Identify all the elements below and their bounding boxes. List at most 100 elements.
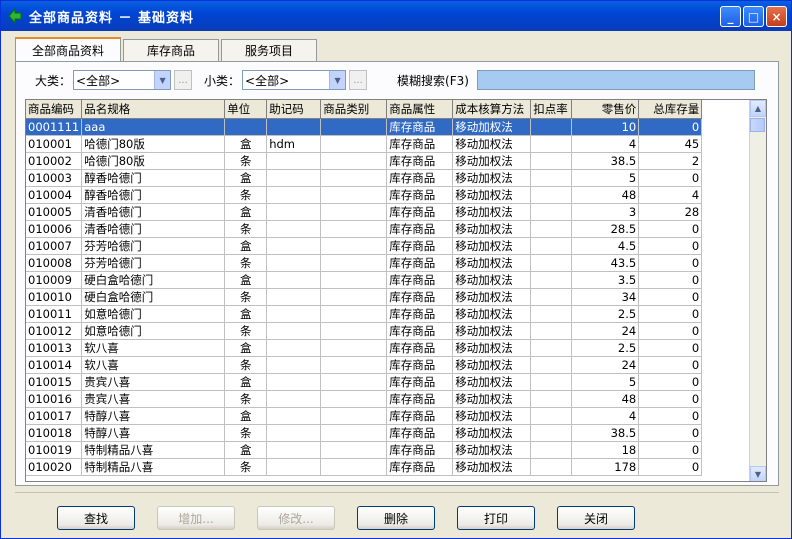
table-row[interactable]: 010003 醇香哈德门盒 库存商品 移动加权法 5 0 xyxy=(26,169,703,187)
table-cell xyxy=(530,169,573,187)
table-cell: 库存商品 xyxy=(386,305,454,323)
column-header[interactable]: 商品编码 xyxy=(26,100,83,119)
column-header[interactable]: 助记码 xyxy=(266,100,322,119)
column-header[interactable]: 商品类别 xyxy=(320,100,388,119)
window-title: 全部商品资料 － 基础资料 xyxy=(29,10,195,26)
table-cell xyxy=(266,407,322,425)
table-row[interactable]: 010006 清香哈德门条 库存商品 移动加权法 28.5 0 xyxy=(26,220,703,238)
table-cell: 库存商品 xyxy=(386,186,454,204)
search-input[interactable] xyxy=(476,70,755,90)
table-row[interactable]: 010004 醇香哈德门条 库存商品 移动加权法 48 4 xyxy=(26,186,703,204)
table-cell: 盒 xyxy=(224,339,268,357)
table-cell: 库存商品 xyxy=(386,424,454,442)
table-row[interactable]: 010012 如意哈德门条 库存商品 移动加权法 24 0 xyxy=(26,322,703,340)
table-row[interactable]: 010002 哈德门80版条 库存商品 移动加权法 38.5 2 xyxy=(26,152,703,170)
tab-all-products[interactable]: 全部商品资料 xyxy=(15,37,122,61)
table-cell: 010003 xyxy=(26,169,83,187)
table-row[interactable]: 010020 特制精品八喜条 库存商品 移动加权法 178 0 xyxy=(26,458,703,476)
column-header[interactable]: 单位 xyxy=(224,100,268,119)
table-cell xyxy=(320,390,388,408)
column-header[interactable]: 零售价 xyxy=(571,100,640,119)
table-cell xyxy=(266,373,322,391)
column-header[interactable]: 商品属性 xyxy=(386,100,454,119)
table-row[interactable]: 010009 硬白盒哈德门盒 库存商品 移动加权法 3.5 0 xyxy=(26,271,703,289)
column-header[interactable]: 扣点率 xyxy=(530,100,573,119)
table-cell xyxy=(320,135,388,153)
table-cell: 条 xyxy=(224,390,268,408)
table-cell xyxy=(266,203,322,221)
table-cell: 4 xyxy=(571,407,640,425)
table-row[interactable]: 010013 软八喜盒 库存商品 移动加权法 2.5 0 xyxy=(26,339,703,357)
table-row[interactable]: 010007 芬芳哈德门盒 库存商品 移动加权法 4.5 0 xyxy=(26,237,703,255)
table-cell xyxy=(266,441,322,459)
column-header[interactable]: 成本核算方法 xyxy=(452,100,532,119)
maximize-button[interactable]: □ xyxy=(743,6,764,27)
table-cell: 010017 xyxy=(26,407,83,425)
table-cell: 0 xyxy=(638,271,703,289)
table-cell: 移动加权法 xyxy=(452,135,532,153)
table-cell: 移动加权法 xyxy=(452,373,532,391)
table-row[interactable]: 010019 特制精品八喜盒 库存商品 移动加权法 18 0 xyxy=(26,441,703,459)
edit-button[interactable]: 修改... xyxy=(257,506,335,530)
table-cell xyxy=(530,135,573,153)
table-cell: 移动加权法 xyxy=(452,424,532,442)
table-cell: 醇香哈德门 xyxy=(81,186,226,204)
close-window-button[interactable]: × xyxy=(766,6,787,27)
minimize-button[interactable]: _ xyxy=(720,6,741,27)
table-cell: 移动加权法 xyxy=(452,271,532,289)
chevron-down-icon[interactable]: ▼ xyxy=(329,71,346,89)
scroll-up-icon[interactable]: ▲ xyxy=(750,100,766,117)
table-cell: 010012 xyxy=(26,322,83,340)
minor-category-browse-button[interactable]: ... xyxy=(349,70,368,90)
print-button[interactable]: 打印 xyxy=(457,506,535,530)
table-cell: 移动加权法 xyxy=(452,169,532,187)
tab-stock-products[interactable]: 库存商品 xyxy=(123,39,220,61)
table-cell: 010019 xyxy=(26,441,83,459)
add-button[interactable]: 增加... xyxy=(157,506,235,530)
table-row[interactable]: 010010 硬白盒哈德门条 库存商品 移动加权法 34 0 xyxy=(26,288,703,306)
table-cell xyxy=(266,254,322,272)
table-cell: 盒 xyxy=(224,271,268,289)
table-row[interactable]: 010008 芬芳哈德门条 库存商品 移动加权法 43.5 0 xyxy=(26,254,703,272)
major-category-select[interactable]: <全部> ▼ xyxy=(73,70,172,90)
table-row[interactable]: 010016 贵宾八喜条 库存商品 移动加权法 48 0 xyxy=(26,390,703,408)
table-cell xyxy=(266,288,322,306)
table-row[interactable]: 010005 清香哈德门盒 库存商品 移动加权法 3 28 xyxy=(26,203,703,221)
table-row[interactable]: 010017 特醇八喜盒 库存商品 移动加权法 4 0 xyxy=(26,407,703,425)
table-cell: 硬白盒哈德门 xyxy=(81,288,226,306)
table-row[interactable]: 0001111 aaa 库存商品 移动加权法 10 0 xyxy=(26,118,703,136)
find-button[interactable]: 查找 xyxy=(57,506,135,530)
table-cell xyxy=(530,254,573,272)
tab-service-items[interactable]: 服务项目 xyxy=(221,39,318,61)
table-cell: 移动加权法 xyxy=(452,339,532,357)
table-row[interactable]: 010015 贵宾八喜盒 库存商品 移动加权法 5 0 xyxy=(26,373,703,391)
column-header[interactable]: 品名规格 xyxy=(81,100,226,119)
table-row[interactable]: 010018 特醇八喜条 库存商品 移动加权法 38.5 0 xyxy=(26,424,703,442)
table-cell: 移动加权法 xyxy=(452,390,532,408)
table-cell: 0 xyxy=(638,458,703,476)
table-row[interactable]: 010001 哈德门80版盒 hdm 库存商品 移动加权法 4 45 xyxy=(26,135,703,153)
table-cell: 010001 xyxy=(26,135,83,153)
table-cell: 10 xyxy=(571,118,640,136)
chevron-down-icon[interactable]: ▼ xyxy=(154,71,171,89)
close-button[interactable]: 关闭 xyxy=(557,506,635,530)
table-row[interactable]: 010014 软八喜条 库存商品 移动加权法 24 0 xyxy=(26,356,703,374)
table-cell xyxy=(530,458,573,476)
table-cell: 库存商品 xyxy=(386,322,454,340)
scroll-thumb[interactable] xyxy=(750,118,765,132)
delete-button[interactable]: 删除 xyxy=(357,506,435,530)
table-cell: 010007 xyxy=(26,237,83,255)
scroll-down-icon[interactable]: ▼ xyxy=(750,466,766,481)
table-cell: 0001111 xyxy=(26,118,83,136)
table-cell xyxy=(320,203,388,221)
column-header[interactable]: 总库存量 xyxy=(638,100,703,119)
table-cell xyxy=(320,305,388,323)
minor-category-select[interactable]: <全部> ▼ xyxy=(242,70,347,90)
table-row[interactable]: 010011 如意哈德门盒 库存商品 移动加权法 2.5 0 xyxy=(26,305,703,323)
table-cell xyxy=(530,237,573,255)
table-cell: 移动加权法 xyxy=(452,118,532,136)
table-cell: 条 xyxy=(224,288,268,306)
vertical-scrollbar[interactable]: ▲ ▼ xyxy=(749,100,766,481)
major-category-browse-button[interactable]: ... xyxy=(174,70,193,90)
table-cell xyxy=(530,186,573,204)
